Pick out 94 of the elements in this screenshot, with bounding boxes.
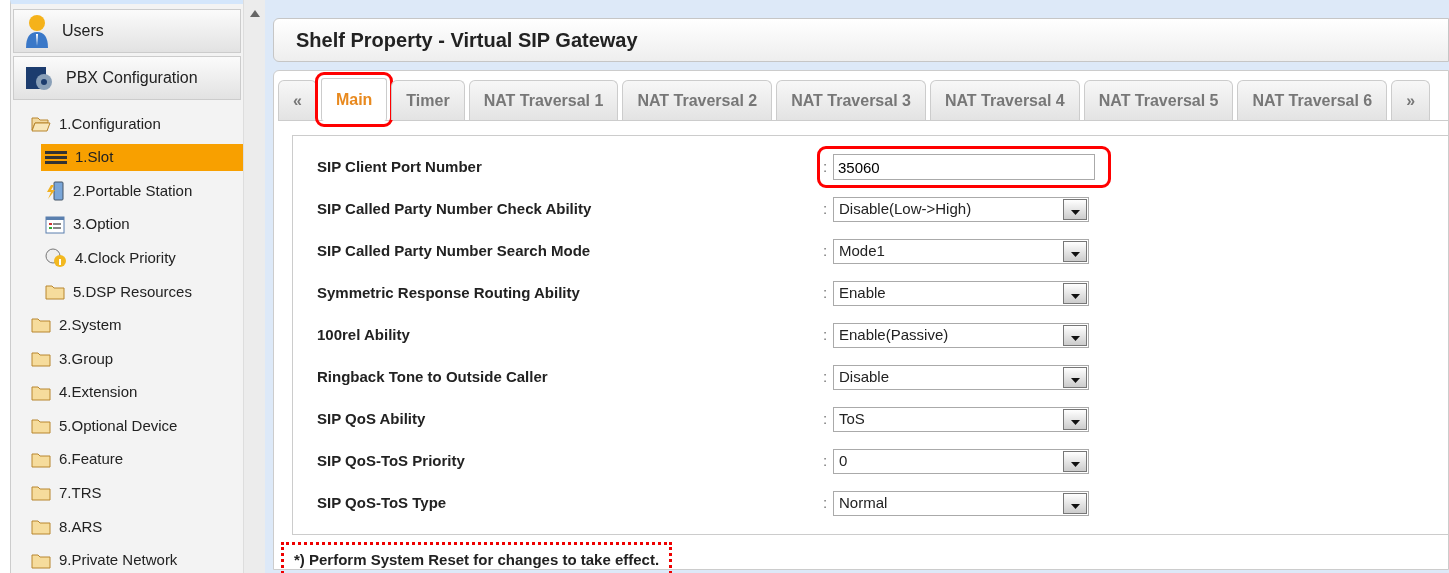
tab[interactable]: NAT Traversal 3 [776, 80, 926, 120]
scroll-up-icon[interactable] [249, 10, 260, 17]
tree-label: 6.Feature [59, 449, 124, 470]
text-input-field[interactable]: 35060 [833, 154, 1095, 180]
dropdown-field[interactable]: ToS [833, 406, 1089, 432]
colon-separator: : [823, 198, 829, 219]
sidebar-section[interactable]: Users [13, 9, 241, 53]
tab-scroll-left[interactable]: « [278, 80, 317, 120]
tree-label: 5.Optional Device [59, 415, 178, 436]
tree-item[interactable]: 7.TRS [27, 480, 243, 507]
tree-item[interactable]: 5.DSP Resources [41, 278, 243, 305]
dropdown-field[interactable]: Disable(Low->High) [833, 196, 1089, 222]
tree-label: 9.Private Network [59, 550, 178, 571]
tree-item[interactable]: 4.Extension [27, 379, 243, 406]
tree-label: 1.Configuration [59, 113, 161, 134]
tree-item[interactable]: 9.Private Network [27, 547, 243, 573]
tab[interactable]: NAT Traversal 4 [929, 80, 1080, 120]
dropdown-arrow-icon [1070, 251, 1080, 257]
rack-icon [45, 150, 67, 165]
colon-separator: : [823, 282, 829, 303]
folder-icon [31, 418, 51, 435]
tree-label: 8.ARS [59, 516, 103, 537]
field-label: SIP Called Party Number Search Mode [317, 240, 592, 261]
colon-separator: : [823, 240, 829, 261]
folder-icon [31, 317, 51, 334]
tree-item[interactable]: 8.ARS [27, 513, 243, 541]
tree-label: 7.TRS [59, 483, 102, 504]
dropdown-arrow-icon [1070, 377, 1080, 383]
tree-item[interactable]: 2.System [27, 312, 243, 339]
field-label: Symmetric Response Routing Ability [317, 282, 581, 303]
tab[interactable]: NAT Traversal 6 [1237, 80, 1388, 120]
field-label: SIP QoS Ability [317, 408, 427, 429]
colon-separator: : [823, 408, 829, 429]
tree-item[interactable]: 5.Optional Device [27, 412, 243, 440]
tree-label: 1.Slot [75, 147, 114, 168]
field-label: SIP QoS-ToS Type [317, 492, 448, 513]
dropdown-field[interactable]: Normal [833, 490, 1089, 516]
dropdown-arrow-icon [1070, 293, 1080, 299]
dropdown-arrow-icon [1070, 461, 1080, 467]
tab[interactable]: NAT Traversal 5 [1083, 80, 1234, 120]
tree-item[interactable]: 6.Feature [27, 446, 243, 473]
dropdown-field[interactable]: 0 [833, 448, 1089, 474]
dropdown-field[interactable]: Disable [833, 364, 1089, 390]
folder-icon [31, 552, 51, 569]
tree-label: 2.Portable Station [73, 180, 193, 201]
tree-item[interactable]: 2.Portable Station [41, 177, 243, 205]
dropdown-field[interactable]: Enable(Passive) [833, 322, 1089, 348]
field-label: Ringback Tone to Outside Caller [317, 366, 549, 387]
phone-lightning-icon [45, 181, 65, 201]
folder-icon [31, 485, 51, 502]
user-icon [24, 14, 50, 48]
tree-item[interactable]: 1.Slot [41, 144, 243, 171]
tree-label: 4.Extension [59, 382, 138, 403]
field-label: SIP QoS-ToS Priority [317, 450, 466, 471]
tree-item[interactable]: 3.Option [41, 211, 243, 238]
colon-separator: : [823, 366, 829, 387]
tree-label: 3.Group [59, 348, 114, 369]
tree-item[interactable]: 1.Configuration [27, 110, 243, 138]
folder-icon [45, 283, 65, 300]
tree-label: 4.Clock Priority [75, 247, 176, 268]
dropdown-arrow-icon [1070, 335, 1080, 341]
dropdown-arrow-icon [1070, 419, 1080, 425]
folder-icon [31, 451, 51, 468]
section-label: PBX Configuration [66, 68, 198, 88]
tree-item[interactable]: 4.Clock Priority [41, 244, 243, 272]
dropdown-arrow-icon [1070, 503, 1080, 509]
tab[interactable]: NAT Traversal 1 [468, 80, 619, 120]
clock-info-icon [45, 248, 67, 269]
field-label: 100rel Ability [317, 324, 411, 345]
sidebar-section[interactable]: PBX Configuration [13, 56, 241, 100]
window-list-icon [45, 215, 65, 234]
tab[interactable]: Timer [391, 80, 465, 120]
section-label: Users [62, 21, 104, 41]
dropdown-arrow-icon [1070, 209, 1080, 215]
tree-item[interactable]: 3.Group [27, 345, 243, 373]
tree-label: 5.DSP Resources [73, 281, 192, 302]
field-label: SIP Called Party Number Check Ability [317, 198, 593, 219]
dropdown-field[interactable]: Mode1 [833, 238, 1089, 264]
tab[interactable]: NAT Traversal 2 [622, 80, 773, 120]
tree-label: 2.System [59, 315, 122, 336]
page-title: Shelf Property - Virtual SIP Gateway [273, 18, 1449, 62]
folder-icon [31, 518, 51, 535]
colon-separator: : [823, 450, 829, 471]
colon-separator: : [823, 324, 829, 345]
tree-label: 3.Option [73, 214, 130, 235]
colon-separator: : [823, 492, 829, 513]
tab-scroll-right[interactable]: » [1391, 80, 1431, 120]
field-label: SIP Client Port Number [317, 156, 483, 177]
folder-icon [31, 350, 51, 367]
colon-separator: : [823, 156, 829, 177]
folder-icon [31, 384, 51, 401]
dropdown-field[interactable]: Enable [833, 280, 1089, 306]
reset-note: *) Perform System Reset for changes to take effect. [284, 545, 670, 573]
open-folder-icon [31, 115, 51, 132]
